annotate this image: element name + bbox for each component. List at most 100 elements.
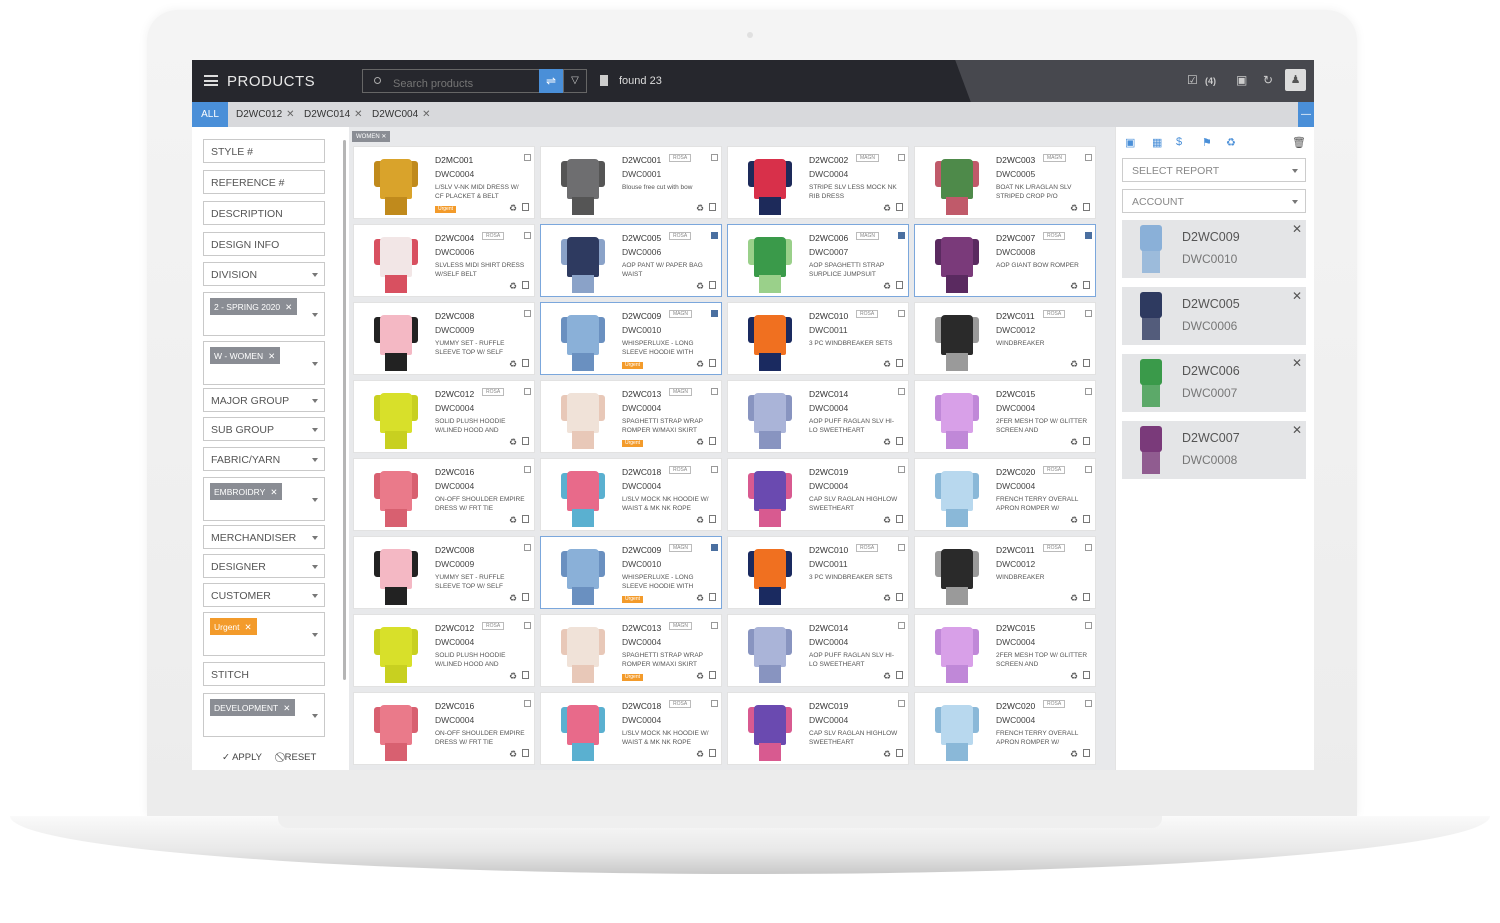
- close-icon[interactable]: ✕: [1292, 289, 1302, 303]
- product-card[interactable]: D2WC014 DWC0004 AOP PUFF RAGLAN SLV HI-LO …: [727, 614, 909, 687]
- calendar-icon[interactable]: [896, 515, 903, 523]
- product-card[interactable]: D2WC010 DWC0011 3 PC WINDBREAKER SETS ROSA ♻: [727, 536, 909, 609]
- recycle-icon[interactable]: ♻: [509, 359, 517, 370]
- select-checkbox[interactable]: [1085, 544, 1092, 551]
- calendar-icon[interactable]: [522, 671, 529, 679]
- product-card[interactable]: D2WC015 DWC0004 2FER MESH TOP W/ GLITTER S…: [914, 614, 1096, 687]
- product-card[interactable]: D2WC011 DWC0012 WINDBREAKER ROSA ♻: [914, 302, 1096, 375]
- filter-toggle-button[interactable]: ⇌: [539, 69, 563, 93]
- merchandiser-select[interactable]: MERCHANDISER: [203, 525, 325, 549]
- close-icon[interactable]: ✕: [1292, 423, 1302, 437]
- description-field[interactable]: DESCRIPTION: [203, 201, 325, 225]
- select-checkbox[interactable]: [711, 310, 718, 317]
- calendar-icon[interactable]: [1083, 671, 1090, 679]
- designer-select[interactable]: DESIGNER: [203, 554, 325, 578]
- recycle-icon[interactable]: ♻: [509, 281, 517, 292]
- calendar-icon[interactable]: [1083, 515, 1090, 523]
- calendar-icon[interactable]: [1083, 281, 1090, 289]
- select-checkbox[interactable]: [1085, 154, 1092, 161]
- money-icon[interactable]: $: [1176, 136, 1182, 148]
- product-card[interactable]: D2WC018 DWC0004 L/SLV MOCK NK HOODIE W/ WA…: [540, 692, 722, 765]
- select-report-dropdown[interactable]: SELECT REPORT: [1122, 158, 1306, 182]
- product-card[interactable]: D2WC020 DWC0004 FRENCH TERRY OVERALL APRON…: [914, 692, 1096, 765]
- product-card[interactable]: D2WC002 DWC0004 STRIPE SLV LESS MOCK NK RI…: [727, 146, 909, 219]
- recycle-icon[interactable]: ♻: [696, 515, 704, 526]
- product-card[interactable]: D2WC016 DWC0004 ON-OFF SHOULDER EMPIRE DRE…: [353, 692, 535, 765]
- recycle-icon[interactable]: ♻: [509, 437, 517, 448]
- recycle-icon[interactable]: ♻: [883, 437, 891, 448]
- select-checkbox[interactable]: [898, 544, 905, 551]
- product-card[interactable]: D2WC007 DWC0008 AOP GIANT BOW ROMPER ROSA ♻: [914, 224, 1096, 297]
- close-icon[interactable]: ✕: [285, 302, 292, 312]
- hamburger-menu-icon[interactable]: [204, 75, 218, 86]
- recycle-icon[interactable]: ♻: [1070, 515, 1078, 526]
- calendar-icon[interactable]: [709, 749, 716, 757]
- calendar-icon[interactable]: [522, 593, 529, 601]
- recycle-icon[interactable]: ♻: [1070, 203, 1078, 214]
- select-checkbox[interactable]: [524, 700, 531, 707]
- close-icon[interactable]: ✕: [270, 487, 277, 497]
- product-card[interactable]: D2WC011 DWC0012 WINDBREAKER ROSA ♻: [914, 536, 1096, 609]
- status-select[interactable]: DEVELOPMENT ✕: [203, 693, 325, 737]
- recycle-icon[interactable]: ♻: [509, 203, 517, 214]
- calendar-icon[interactable]: [709, 203, 716, 211]
- calculator-icon[interactable]: ▦: [1152, 136, 1162, 149]
- select-checkbox[interactable]: [898, 232, 905, 239]
- recycle-icon[interactable]: ♻: [1070, 281, 1078, 292]
- select-checkbox[interactable]: [711, 544, 718, 551]
- close-icon[interactable]: ✕: [422, 109, 430, 120]
- close-icon[interactable]: ✕: [1292, 356, 1302, 370]
- select-checkbox[interactable]: [1085, 232, 1092, 239]
- style-field[interactable]: STYLE #: [203, 139, 325, 163]
- calendar-icon[interactable]: [1083, 437, 1090, 445]
- product-card[interactable]: D2WC008 DWC0009 YUMMY SET - RUFFLE SLEEVE …: [353, 536, 535, 609]
- selected-product-card[interactable]: D2WC009 DWC0010 ✕: [1122, 220, 1306, 278]
- close-icon[interactable]: ✕: [1292, 222, 1302, 236]
- recycle-icon[interactable]: ♻: [696, 359, 704, 370]
- season-select[interactable]: 2 - SPRING 2020 ✕: [203, 292, 325, 336]
- recycle-icon[interactable]: ♻: [883, 671, 891, 682]
- recycle-icon[interactable]: ♻: [509, 593, 517, 604]
- calendar-icon[interactable]: [709, 281, 716, 289]
- calendar-icon[interactable]: [1083, 359, 1090, 367]
- select-checkbox[interactable]: [711, 466, 718, 473]
- recycle-icon[interactable]: ♻: [696, 671, 704, 682]
- tab-d2wc014[interactable]: D2WC014 ✕: [304, 102, 363, 127]
- product-card[interactable]: D2WC009 DWC0010 WHISPERLUXE - LONG SLEEVE …: [540, 302, 722, 375]
- design-info-field[interactable]: DESIGN INFO: [203, 232, 325, 256]
- product-card[interactable]: D2WC019 DWC0004 CAP SLV RAGLAN HIGHLOW SWE…: [727, 458, 909, 531]
- select-checkbox[interactable]: [711, 388, 718, 395]
- division-select[interactable]: DIVISION: [203, 262, 325, 286]
- recycle-icon[interactable]: ♻: [883, 749, 891, 760]
- select-checkbox[interactable]: [524, 388, 531, 395]
- select-checkbox[interactable]: [524, 310, 531, 317]
- calendar-icon[interactable]: [896, 281, 903, 289]
- select-checkbox[interactable]: [1085, 310, 1092, 317]
- product-card[interactable]: D2WC015 DWC0004 2FER MESH TOP W/ GLITTER S…: [914, 380, 1096, 453]
- close-icon[interactable]: ✕: [283, 703, 290, 713]
- select-checkbox[interactable]: [898, 700, 905, 707]
- calendar-icon[interactable]: [709, 671, 716, 679]
- close-icon[interactable]: ✕: [354, 109, 362, 120]
- recycle-icon[interactable]: ♻: [883, 593, 891, 604]
- tab-d2wc004[interactable]: D2WC004 ✕: [372, 102, 431, 127]
- select-checkbox[interactable]: [711, 700, 718, 707]
- stitch-field[interactable]: STITCH: [203, 662, 325, 686]
- reset-button[interactable]: ⃠ RESET: [282, 752, 317, 763]
- calendar-icon[interactable]: [709, 593, 716, 601]
- product-card[interactable]: D2WC016 DWC0004 ON-OFF SHOULDER EMPIRE DRE…: [353, 458, 535, 531]
- recycle-icon[interactable]: ♻: [883, 203, 891, 214]
- select-checkbox[interactable]: [524, 544, 531, 551]
- calendar-icon[interactable]: [1083, 593, 1090, 601]
- product-card[interactable]: D2WC018 DWC0004 L/SLV MOCK NK HOODIE W/ WA…: [540, 458, 722, 531]
- tab-d2wc012[interactable]: D2WC012 ✕: [236, 102, 295, 127]
- embroidery-select[interactable]: EMBROIDRY ✕: [203, 477, 325, 521]
- refresh-icon[interactable]: ↻: [1263, 73, 1273, 87]
- select-checkbox[interactable]: [711, 232, 718, 239]
- search-input[interactable]: [362, 69, 540, 93]
- product-card[interactable]: D2WC020 DWC0004 FRENCH TERRY OVERALL APRON…: [914, 458, 1096, 531]
- bell-icon[interactable]: ♟: [1285, 69, 1306, 91]
- product-card[interactable]: D2WC004 DWC0006 SLVLESS MIDI SHIRT DRESS W…: [353, 224, 535, 297]
- recycle-icon[interactable]: ♻: [1226, 136, 1236, 149]
- select-checkbox[interactable]: [898, 388, 905, 395]
